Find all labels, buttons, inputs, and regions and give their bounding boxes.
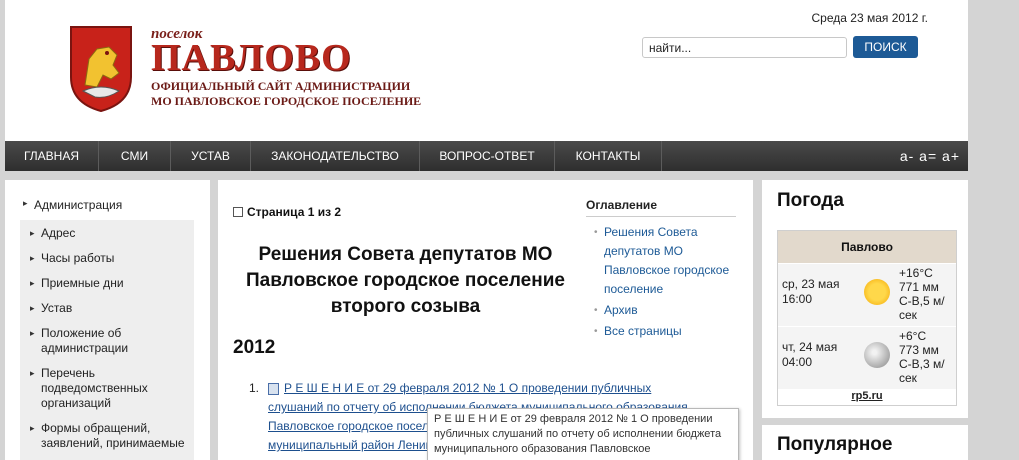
toc-item-label: Архив — [604, 303, 638, 317]
year-heading: 2012 — [233, 337, 276, 358]
arrow-right-icon: ▸ — [30, 253, 35, 263]
sidebar-item-charter[interactable]: ▸ Устав — [30, 301, 191, 316]
sidebar-item-regulation[interactable]: ▸ Положение об администрации — [30, 326, 191, 356]
arrow-right-icon: ▸ — [23, 198, 28, 208]
toc-item-label: Решения Совета депутатов МО Павловское г… — [604, 225, 730, 296]
link-tooltip: Р Е Ш Е Н И Е от 29 февраля 2012 № 1 О п… — [427, 408, 739, 460]
sidebar-submenu: ▸ Адрес ▸ Часы работы ▸ Приемные дни ▸ У… — [20, 220, 194, 460]
toc-item-all-pages[interactable]: • Все страницы — [586, 322, 736, 341]
main-nav: ГЛАВНАЯ СМИ УСТАВ ЗАКОНОДАТЕЛЬСТВО ВОПРО… — [5, 141, 968, 171]
sidebar-item-label: Перечень подведомственных организаций — [41, 366, 148, 410]
sidebar-item-administration[interactable]: ▸ Администрация — [23, 198, 123, 212]
weather-source-link[interactable]: rp5.ru — [778, 390, 956, 402]
toc-item-label: Все страницы — [604, 324, 682, 338]
current-date: Среда 23 мая 2012 г. — [811, 11, 928, 25]
logo-tagline-2: МО ПАВЛОВСКОЕ ГОРОДСКОЕ ПОСЕЛЕНИЕ — [151, 94, 422, 108]
arrow-right-icon: ▸ — [30, 278, 35, 288]
sun-icon — [864, 279, 890, 305]
font-size-controls[interactable]: a- a= a+ — [900, 141, 960, 171]
page-indicator: Страница 1 из 2 — [233, 205, 341, 219]
toc-title: Оглавление — [586, 198, 736, 217]
nav-item-contacts[interactable]: КОНТАКТЫ — [555, 141, 662, 171]
nav-item-faq[interactable]: ВОПРОС-ОТВЕТ — [420, 141, 555, 171]
coat-of-arms-icon — [70, 26, 132, 113]
weather-data: +16°C 771 мм С-В,5 м/сек — [899, 266, 955, 322]
weather-temp: +6°C — [899, 329, 927, 343]
arrow-right-icon: ▸ — [30, 228, 35, 238]
nav-item-charter[interactable]: УСТАВ — [171, 141, 251, 171]
toc-item-archive[interactable]: • Архив — [586, 301, 736, 320]
arrow-right-icon: ▸ — [30, 423, 35, 433]
weather-widget: Павлово ср, 23 мая 16:00 +16°C 771 мм С-… — [777, 230, 957, 406]
arrow-right-icon: ▸ — [30, 303, 35, 313]
document-icon — [268, 383, 279, 395]
sidebar-item-label: Часы работы — [41, 251, 115, 265]
weather-date: чт, 24 мая 04:00 — [782, 340, 838, 369]
weather-row: чт, 24 мая 04:00 +6°C 773 мм С-В,3 м/сек — [778, 327, 956, 389]
decision-link-line[interactable]: Р Е Ш Е Н И Е от 29 февраля 2012 № 1 О п… — [284, 381, 651, 395]
sidebar-item-label: Устав — [41, 301, 73, 315]
weather-wind: С-В,3 м/сек — [899, 357, 945, 385]
sidebar-item-hours[interactable]: ▸ Часы работы — [30, 251, 191, 266]
site-header: поселок ПАВЛОВО ОФИЦИАЛЬНЫЙ САЙТ АДМИНИС… — [5, 0, 968, 141]
table-of-contents: Оглавление • Решения Совета депутатов МО… — [586, 198, 736, 341]
weather-panel: Погода Павлово ср, 23 мая 16:00 +16°C 77… — [762, 180, 968, 418]
toc-item-decisions[interactable]: • Решения Совета депутатов МО Павловское… — [586, 223, 736, 299]
arrow-right-icon: ▸ — [30, 328, 35, 338]
nav-item-legislation[interactable]: ЗАКОНОДАТЕЛЬСТВО — [251, 141, 420, 171]
popular-title: Популярное — [777, 434, 893, 455]
weather-city: Павлово — [778, 231, 956, 263]
sidebar-item-label: Формы обращений, заявлений, принимаемые — [41, 421, 185, 450]
logo-tagline-1: ОФИЦИАЛЬНЫЙ САЙТ АДМИНИСТРАЦИИ — [151, 79, 411, 93]
sidebar-item-label: Приемные дни — [41, 276, 124, 290]
moon-icon — [864, 342, 890, 368]
weather-date: ср, 23 мая 16:00 — [782, 277, 840, 306]
sidebar-item-label: Адрес — [41, 226, 76, 240]
left-sidebar: ▸ Администрация ▸ Адрес ▸ Часы работы ▸ … — [5, 180, 210, 460]
weather-row: ср, 23 мая 16:00 +16°C 771 мм С-В,5 м/се… — [778, 264, 956, 326]
search-button[interactable]: ПОИСК — [853, 36, 918, 58]
sidebar-item-organizations[interactable]: ▸ Перечень подведомственных организаций — [30, 366, 191, 411]
sidebar-item-label: Положение об администрации — [41, 326, 129, 355]
weather-pressure: 773 мм — [899, 343, 939, 357]
arrow-right-icon: ▸ — [30, 368, 35, 378]
popular-panel: Популярное — [762, 425, 968, 460]
bullet-icon: • — [594, 326, 598, 337]
weather-data: +6°C 773 мм С-В,3 м/сек — [899, 329, 955, 385]
page-icon — [233, 207, 243, 217]
logo-title: ПАВЛОВО — [151, 37, 352, 79]
weather-wind: С-В,5 м/сек — [899, 294, 945, 322]
weather-title: Погода — [777, 190, 844, 211]
bullet-icon: • — [594, 227, 598, 238]
sidebar-item-address[interactable]: ▸ Адрес — [30, 226, 191, 241]
weather-temp: +16°C — [899, 266, 933, 280]
article-title: Решения Совета депутатов МО Павловское г… — [246, 244, 565, 317]
bullet-icon: • — [594, 305, 598, 316]
nav-item-home[interactable]: ГЛАВНАЯ — [5, 141, 99, 171]
sidebar-item-reception-days[interactable]: ▸ Приемные дни — [30, 276, 191, 291]
page-indicator-label: Страница 1 из 2 — [247, 205, 342, 219]
nav-item-media[interactable]: СМИ — [99, 141, 171, 171]
weather-pressure: 771 мм — [899, 280, 939, 294]
sidebar-item-label: Администрация — [34, 198, 123, 212]
search-input[interactable] — [642, 37, 847, 58]
list-number: 1. — [249, 381, 260, 395]
sidebar-item-forms[interactable]: ▸ Формы обращений, заявлений, принимаемы… — [30, 421, 191, 451]
